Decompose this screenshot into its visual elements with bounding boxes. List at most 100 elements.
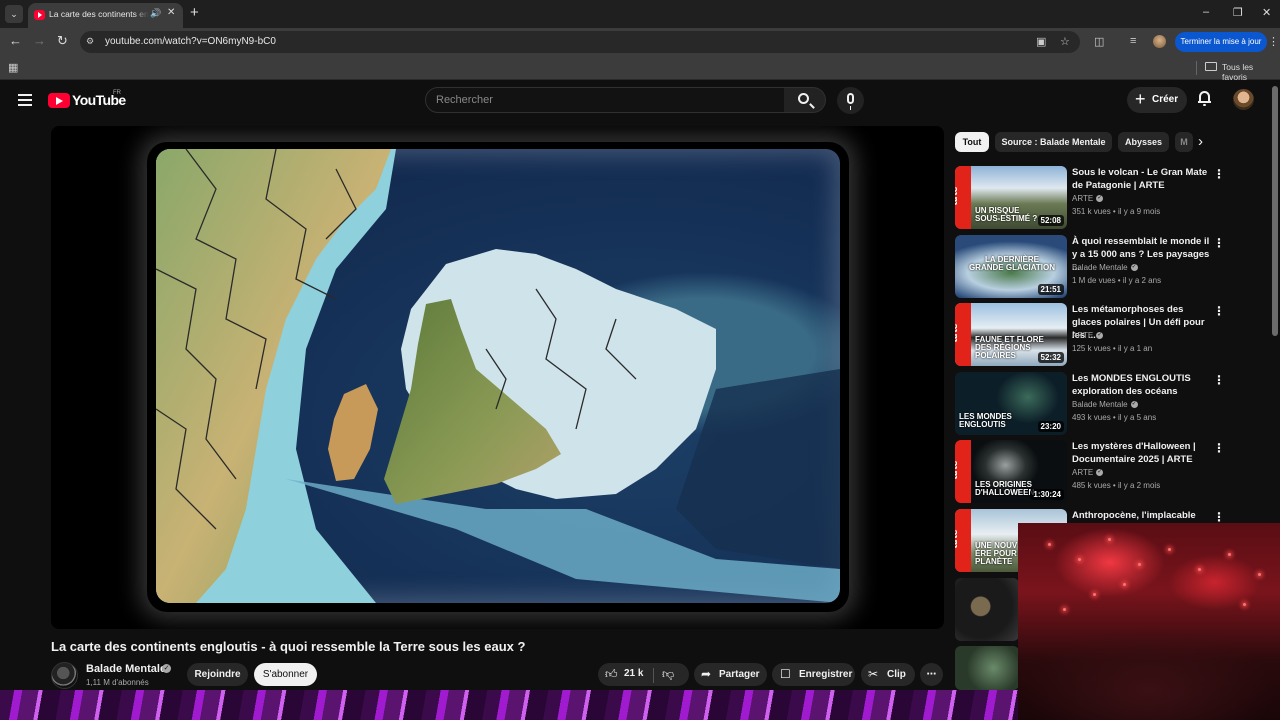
- video-thumbnail[interactable]: arte LES ORIGINES D'HALLOWEEN 1:30:24: [955, 440, 1067, 503]
- share-label: Partager: [719, 669, 760, 680]
- bookmarks-divider: [1196, 61, 1197, 75]
- recommendation-item[interactable]: arte UN RISQUE SOUS-ESTIMÉ ? 52:08 Sous …: [955, 166, 1225, 230]
- apps-grid-icon[interactable]: ▦: [8, 61, 18, 74]
- more-vertical-icon[interactable]: ⋮: [1213, 442, 1225, 454]
- folder-icon[interactable]: [1205, 62, 1217, 71]
- recommendation-meta: 493 k vues • il y a 5 ans: [1072, 413, 1157, 422]
- search-placeholder: Rechercher: [436, 94, 493, 106]
- create-button[interactable]: + Créer: [1127, 87, 1187, 113]
- chevron-right-icon[interactable]: ›: [1198, 134, 1203, 150]
- share-button[interactable]: ➦ Partager: [694, 663, 767, 686]
- browser-tabstrip: ⌄ La carte des continents englouti 🔊 ✕ +…: [0, 0, 1280, 28]
- more-actions-button[interactable]: ⋯: [920, 663, 943, 686]
- webcam-overlay: [1018, 523, 1280, 720]
- thumbnail-caption: LES MONDES ENGLOUTIS: [959, 412, 1012, 429]
- verified-badge-icon: ✓: [1096, 469, 1104, 477]
- recommendation-item[interactable]: LA DERNIÈRE GRANDE GLACIATION 21:51 À qu…: [955, 235, 1225, 299]
- browser-toolbar: ← → ↻ ⚙ youtube.com/watch?v=ON6myN9-bC0 …: [0, 28, 1280, 56]
- recommendation-channel[interactable]: Balade Mentale ✓: [1072, 400, 1138, 409]
- new-tab-button[interactable]: +: [190, 4, 199, 22]
- voice-search-button[interactable]: [837, 87, 864, 114]
- recommendation-item[interactable]: arte LES ORIGINES D'HALLOWEEN 1:30:24 Le…: [955, 440, 1225, 504]
- more-vertical-icon[interactable]: ⋮: [1213, 305, 1225, 317]
- close-window-icon[interactable]: ✕: [1262, 6, 1271, 19]
- arte-logo: arte: [955, 166, 971, 229]
- close-tab-icon[interactable]: ✕: [167, 7, 175, 18]
- more-vertical-icon[interactable]: ⋮: [1213, 511, 1225, 523]
- video-thumbnail[interactable]: arte UN RISQUE SOUS-ESTIMÉ ? 52:08: [955, 166, 1067, 229]
- submerged-continent-map: [156, 149, 840, 603]
- forward-icon[interactable]: →: [33, 34, 46, 48]
- recommendation-meta: 125 k vues • il y a 1 an: [1072, 344, 1153, 353]
- update-button[interactable]: Terminer la mise à jour: [1175, 32, 1267, 52]
- speaker-icon[interactable]: 🔊: [150, 8, 161, 19]
- recommendation-title[interactable]: Sous le volcan - Le Gran Mate de Patagon…: [1072, 166, 1212, 192]
- recommendation-channel[interactable]: ARTE ✓: [1072, 331, 1104, 340]
- tab-search-button[interactable]: ⌄: [5, 5, 23, 23]
- search-input[interactable]: Rechercher: [425, 87, 785, 113]
- menu-icon[interactable]: [18, 94, 32, 106]
- search-button[interactable]: [784, 87, 826, 113]
- video-thumbnail[interactable]: LA DERNIÈRE GRANDE GLACIATION 21:51: [955, 235, 1067, 298]
- youtube-logo-icon[interactable]: [48, 93, 70, 108]
- join-button[interactable]: Rejoindre: [187, 663, 248, 686]
- browser-menu-icon[interactable]: ⋮: [1268, 35, 1279, 48]
- video-thumbnail[interactable]: [955, 578, 1019, 641]
- recommendation-item[interactable]: arte FAUNE ET FLORE DES RÉGIONS POLAIRES…: [955, 303, 1225, 367]
- bookmark-icon: ☐: [780, 667, 791, 681]
- recommendation-title[interactable]: Les MONDES ENGLOUTIS exploration des océ…: [1072, 372, 1212, 398]
- channel-name[interactable]: Balade Mentale: [86, 663, 166, 675]
- recommendation-channel[interactable]: ARTE ✓: [1072, 194, 1104, 203]
- verified-badge-icon: ✓: [162, 664, 171, 673]
- recommendation-title[interactable]: Anthropocène, l'implacable: [1072, 509, 1212, 522]
- recommendation-item[interactable]: LES MONDES ENGLOUTIS 23:20 Les MONDES EN…: [955, 372, 1225, 436]
- account-avatar[interactable]: [1233, 89, 1254, 110]
- bookmarks-bar: ▦ Tous les favoris: [0, 56, 1280, 82]
- chip-all[interactable]: Tout: [955, 132, 989, 152]
- video-player[interactable]: [51, 126, 944, 629]
- restore-icon[interactable]: ❐: [1233, 6, 1243, 19]
- all-bookmarks-link[interactable]: Tous les favoris: [1222, 62, 1280, 82]
- video-thumbnail[interactable]: LES MONDES ENGLOUTIS 23:20: [955, 372, 1067, 435]
- subscribe-button[interactable]: S'abonner: [254, 663, 317, 686]
- thumbs-down-icon[interactable]: 👎︎: [662, 667, 674, 682]
- back-icon[interactable]: ←: [9, 34, 22, 48]
- like-count[interactable]: 21 k: [624, 668, 643, 679]
- channel-avatar[interactable]: [51, 662, 78, 689]
- profile-icon[interactable]: [1153, 35, 1166, 48]
- bookmark-star-icon[interactable]: ☆: [1060, 35, 1070, 48]
- more-vertical-icon[interactable]: ⋮: [1213, 374, 1225, 386]
- extensions-icon[interactable]: ◫: [1094, 35, 1104, 48]
- install-app-icon[interactable]: ▣: [1036, 35, 1046, 48]
- thumbs-up-icon[interactable]: 👍︎: [605, 667, 618, 682]
- arte-logo: arte: [955, 303, 971, 366]
- recommendation-channel[interactable]: ARTE ✓: [1072, 468, 1104, 477]
- verified-badge-icon: ✓: [1096, 195, 1104, 203]
- thumbnail-caption: UN RISQUE SOUS-ESTIMÉ ?: [975, 206, 1038, 223]
- microphone-icon: [847, 93, 854, 110]
- duration-badge: 52:08: [1037, 215, 1064, 226]
- recommendation-title[interactable]: Les mystères d'Halloween | Documentaire …: [1072, 440, 1212, 466]
- arte-logo: arte: [955, 440, 971, 503]
- save-button[interactable]: ☐ Enregistrer: [772, 663, 855, 686]
- video-thumbnail[interactable]: arte FAUNE ET FLORE DES RÉGIONS POLAIRES…: [955, 303, 1067, 366]
- chip-next[interactable]: M: [1175, 132, 1193, 152]
- url-text[interactable]: youtube.com/watch?v=ON6myN9-bC0: [105, 36, 276, 47]
- notifications-bell-icon[interactable]: [1198, 91, 1211, 106]
- browser-tab-active[interactable]: La carte des continents englouti 🔊 ✕: [28, 3, 183, 28]
- more-vertical-icon[interactable]: ⋮: [1213, 237, 1225, 249]
- more-vertical-icon[interactable]: ⋮: [1213, 168, 1225, 180]
- reload-icon[interactable]: ↻: [57, 34, 68, 48]
- clip-label: Clip: [887, 669, 906, 680]
- site-info-icon[interactable]: ⚙: [86, 36, 98, 48]
- chip-abysses[interactable]: Abysses: [1118, 132, 1169, 152]
- address-bar[interactable]: ⚙ youtube.com/watch?v=ON6myN9-bC0 ▣ ☆: [80, 31, 1080, 53]
- page-scrollbar[interactable]: [1272, 86, 1278, 336]
- clip-button[interactable]: ✂ Clip: [861, 663, 915, 686]
- more-horizontal-icon: ⋯: [926, 669, 937, 680]
- minimize-icon[interactable]: –: [1203, 6, 1209, 18]
- video-thumbnail[interactable]: [955, 646, 1019, 690]
- chip-source[interactable]: Source : Balade Mentale: [995, 132, 1112, 152]
- recommendation-channel[interactable]: Balade Mentale ✓: [1072, 263, 1138, 272]
- reading-list-icon[interactable]: ≡: [1130, 35, 1136, 47]
